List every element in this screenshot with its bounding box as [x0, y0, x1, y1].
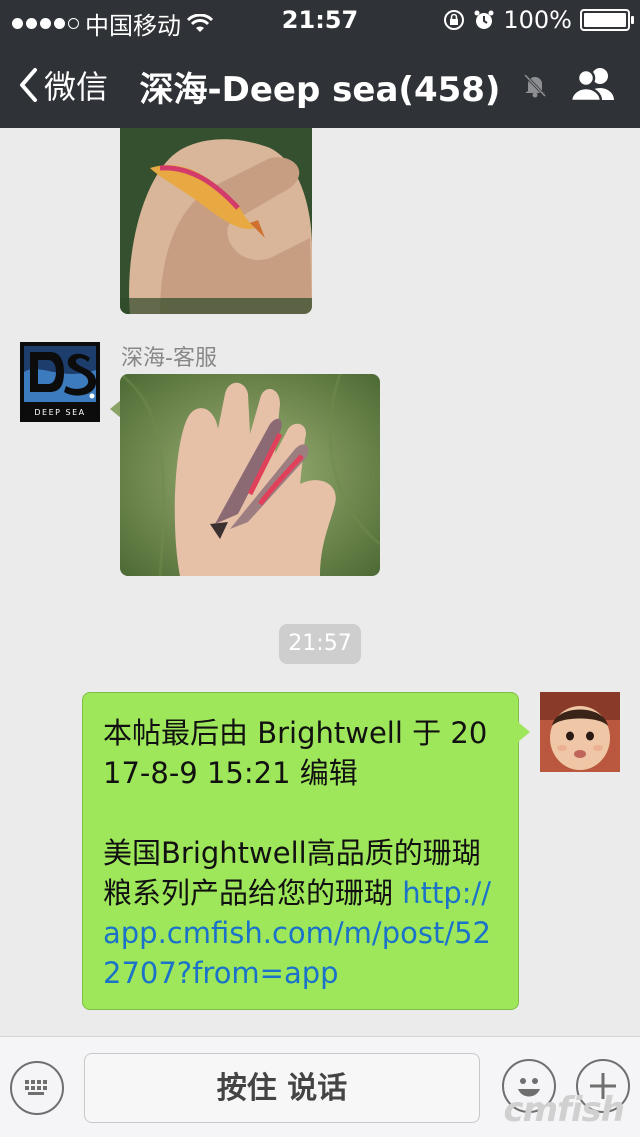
- sender-avatar[interactable]: DEEP SEA: [20, 342, 100, 422]
- chat-area[interactable]: DEEP SEA 深海-客服 21:57 本帖最后由 Brightwell 于 …: [0, 128, 640, 1036]
- message-image-2[interactable]: [120, 374, 380, 576]
- message-image-1[interactable]: [120, 128, 312, 314]
- nav-bar: 微信 深海-Deep sea(458): [0, 40, 640, 128]
- battery-icon: [580, 9, 634, 31]
- sender-name: 深海-客服: [121, 346, 217, 371]
- mute-bell-icon: [523, 73, 547, 98]
- status-bar: 中国移动 21:57 100%: [0, 0, 640, 40]
- battery-percent: 100%: [503, 6, 572, 34]
- message-text-line2: 美国Brightwell高品质的珊瑚粮系列产品给您的珊瑚 http://app.…: [103, 833, 500, 993]
- hold-to-talk-button[interactable]: 按住 说话: [84, 1053, 480, 1123]
- keyboard-button[interactable]: [10, 1061, 64, 1115]
- fish-photo-2: [120, 374, 380, 576]
- watermark-logo: cmfish: [503, 1090, 625, 1130]
- my-avatar[interactable]: [540, 692, 620, 772]
- fish-photo-1: [120, 128, 312, 314]
- message-timestamp: 21:57: [279, 624, 361, 664]
- keyboard-icon: [25, 1080, 47, 1095]
- alarm-icon: [474, 10, 494, 29]
- baby-photo-icon: [540, 692, 620, 772]
- status-right: 100%: [443, 6, 634, 34]
- message-spacer: [103, 793, 500, 833]
- bubble-tail-outgoing: [518, 722, 530, 742]
- orientation-lock-icon: [444, 10, 465, 30]
- svg-text:DEEP SEA: DEEP SEA: [34, 408, 85, 417]
- group-members-icon[interactable]: [570, 66, 618, 102]
- message-text-line1: 本帖最后由 Brightwell 于 2017-8-9 15:21 编辑: [103, 716, 488, 790]
- message-bubble-outgoing[interactable]: 本帖最后由 Brightwell 于 2017-8-9 15:21 编辑 美国B…: [82, 692, 519, 1010]
- deep-sea-logo-icon: DEEP SEA: [20, 342, 100, 422]
